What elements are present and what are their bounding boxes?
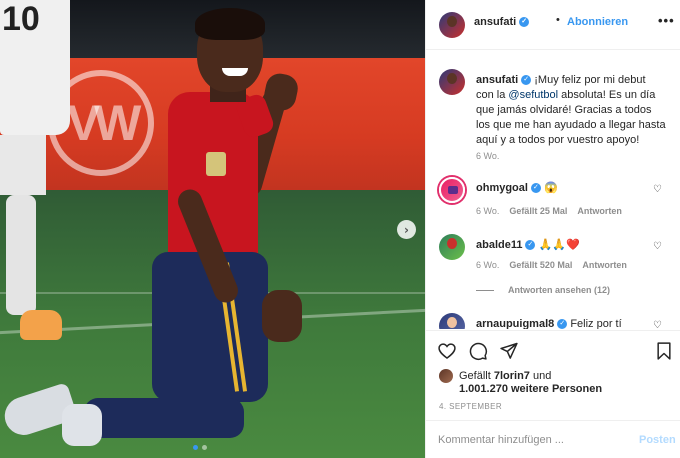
view-replies-button[interactable]: Antworten ansehen (12)	[476, 285, 610, 295]
comment-text: abalde11 ✓ 🙏🙏❤️	[476, 238, 666, 253]
player-leg	[84, 398, 244, 438]
add-comment-bar: Posten	[426, 420, 680, 458]
avatar[interactable]	[439, 369, 453, 383]
comments-list[interactable]: ansufati ✓ ¡Muy feliz por mi debut con la…	[426, 51, 680, 329]
carousel-dot-active[interactable]	[193, 445, 198, 450]
more-options-icon[interactable]: •••	[658, 13, 675, 28]
comment-time[interactable]: 6 Wo.	[476, 206, 499, 216]
caption-text: ansufati ✓ ¡Muy feliz por mi debut con la…	[476, 73, 666, 148]
likes-suffix[interactable]: weitere Personen	[508, 383, 602, 395]
comment-icon[interactable]	[468, 341, 488, 361]
background-player-shorts	[0, 135, 46, 195]
avatar[interactable]	[439, 313, 465, 329]
background-player-boot	[20, 310, 62, 340]
player-boot	[62, 404, 102, 446]
share-icon[interactable]	[499, 341, 519, 361]
avatar[interactable]	[439, 234, 465, 260]
avatar[interactable]	[439, 12, 465, 38]
post-side-panel: ansufati ✓ • Abonnieren ••• ansufati ✓ ¡Mu…	[425, 0, 680, 458]
likes-row: Gefällt 7lorin7 und	[439, 369, 551, 383]
comment-body: Feliz por tí	[570, 318, 622, 329]
chevron-right-icon[interactable]: ›	[397, 220, 416, 239]
verified-badge-icon: ✓	[525, 240, 536, 251]
comment-body: 🙏🙏❤️	[538, 239, 580, 251]
likes-count-text[interactable]: 1.001.270 weitere Personen	[459, 383, 602, 395]
comment-input[interactable]	[438, 432, 618, 448]
heart-icon[interactable]	[437, 341, 457, 361]
comment-text: ohmygoal ✓ 😱	[476, 181, 666, 196]
comment-username[interactable]: abalde11	[476, 239, 522, 251]
caption-time[interactable]: 6 Wo.	[476, 151, 499, 161]
heart-icon[interactable]: ♡	[653, 321, 663, 330]
caption-username[interactable]: ansufati	[476, 74, 518, 86]
follow-button[interactable]: Abonnieren	[567, 16, 628, 28]
comment-body: 😱	[544, 182, 558, 194]
likes-count[interactable]: 1.001.270	[459, 383, 508, 395]
likes-first-user[interactable]: 7lorin7	[494, 370, 530, 382]
verified-badge-icon: ✓	[521, 75, 532, 86]
comment-likes[interactable]: Gefällt 25 Mal	[509, 206, 567, 216]
bookmark-icon[interactable]	[654, 341, 674, 361]
heart-icon[interactable]: ♡	[653, 242, 663, 252]
post-header: ansufati ✓ • Abonnieren •••	[426, 0, 680, 50]
avatar[interactable]	[439, 177, 465, 203]
avatar[interactable]	[439, 69, 465, 95]
header-username[interactable]: ansufati ✓	[474, 16, 530, 28]
post-image[interactable]: 10 ›	[0, 0, 425, 458]
verified-badge-icon: ✓	[519, 17, 530, 28]
comment-time[interactable]: 6 Wo.	[476, 260, 499, 270]
comment-meta: 6 Wo. Gefällt 25 Mal Antworten	[476, 206, 632, 216]
comment-username[interactable]: arnaupuigmal8	[476, 318, 554, 329]
verified-badge-icon: ✓	[530, 183, 541, 194]
player-hair	[195, 8, 265, 40]
post-date[interactable]: 4. SEPTEMBER	[439, 402, 502, 411]
comment-username[interactable]: ohmygoal	[476, 182, 528, 194]
heart-icon[interactable]: ♡	[653, 185, 663, 195]
instagram-post: 10 › ansufati✓ • Abonnieren	[0, 0, 680, 458]
comment-likes[interactable]: Gefällt 520 Mal	[509, 260, 572, 270]
likes-connector: und	[529, 370, 552, 382]
shirt-badge	[206, 152, 226, 176]
carousel-dots	[193, 445, 207, 450]
caption-meta: 6 Wo.	[476, 151, 509, 161]
reply-button[interactable]: Antworten	[582, 260, 627, 270]
mention-link[interactable]: @sefutbol	[508, 89, 558, 101]
post-button[interactable]: Posten	[639, 434, 676, 446]
background-player-number: 10	[2, 0, 40, 38]
player-hand	[262, 290, 302, 342]
comment-meta: 6 Wo. Gefällt 520 Mal Antworten	[476, 260, 637, 270]
separator-dot: •	[556, 14, 560, 26]
likes-prefix: Gefällt	[459, 370, 494, 382]
likes-text: Gefällt 7lorin7 und	[459, 369, 551, 383]
background-player-leg	[6, 195, 36, 315]
comment-text: arnaupuigmal8 ✓ Feliz por tí	[476, 317, 666, 329]
verified-badge-icon: ✓	[557, 319, 568, 329]
player-smile	[222, 68, 248, 76]
carousel-dot[interactable]	[202, 445, 207, 450]
reply-button[interactable]: Antworten	[577, 206, 622, 216]
